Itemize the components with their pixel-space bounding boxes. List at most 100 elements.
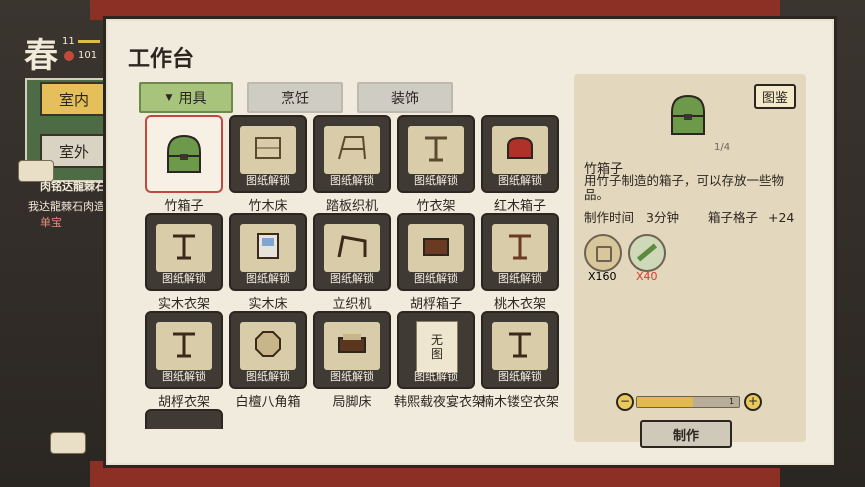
item-card[interactable]: 图纸解锁 [481, 213, 559, 291]
lock-label: 图纸解锁 [162, 272, 206, 285]
item-cell[interactable]: 图纸解锁 胡桴箱子 [394, 213, 478, 312]
craft-time-label: 制作时间 [584, 210, 635, 225]
quest-location: 单宝 [40, 216, 62, 229]
item-cell[interactable]: 图纸解锁 实木床 [226, 213, 310, 312]
peach-rack-icon [509, 234, 531, 260]
nanmu-rack-icon [509, 332, 531, 358]
lock-label: 图纸解锁 [498, 174, 542, 187]
quantity-fill [637, 397, 694, 407]
item-name: 红木箱子 [493, 199, 546, 214]
make-button[interactable]: 制作 [640, 420, 732, 448]
item-name: 韩熙载夜宴衣架 [394, 395, 486, 410]
craft-time: 制作时间 3分钟 [584, 207, 679, 226]
coin-icon [64, 51, 74, 61]
item-card[interactable]: 图纸解锁 [313, 213, 391, 291]
item-card[interactable]: 图纸解锁 [145, 213, 223, 291]
wood-bed-icon [257, 233, 279, 260]
tab-decoration[interactable]: 装饰 [357, 82, 453, 113]
tab-tools[interactable]: ▼ 用具 [139, 82, 233, 113]
detail-description: 用竹子制造的箱子，可以存放一些物品。 [584, 173, 785, 202]
item-card[interactable]: 图纸解锁 [229, 213, 307, 291]
treadle-loom-icon [338, 136, 366, 160]
item-name: 局脚床 [332, 395, 372, 410]
detail-pane: 图鉴 1/4 竹箱子 用竹子制造的箱子，可以存放一些物品。 制作时间 3分钟 箱… [574, 74, 806, 448]
item-cell[interactable]: 图纸解锁 踏板织机 [310, 115, 394, 214]
item-cell[interactable] [142, 409, 226, 429]
lock-label: 图纸解锁 [246, 272, 290, 285]
lock-label: 图纸解锁 [330, 272, 374, 285]
stat-bar [78, 40, 100, 43]
box-slots-value: +24 [768, 210, 795, 225]
bamboo-icon[interactable] [628, 234, 666, 272]
item-card[interactable]: 图纸解锁 [313, 311, 391, 389]
item-cell[interactable]: 竹箱子 [142, 115, 226, 214]
atlas-button[interactable]: 图鉴 [753, 84, 796, 109]
bamboo-box-icon [167, 134, 201, 173]
item-name: 实木衣架 [157, 297, 210, 312]
lock-label: 图纸解锁 [414, 370, 458, 383]
item-card[interactable]: 图纸解锁 [397, 213, 475, 291]
quest-title: 肉铭达龍棘石 [40, 180, 106, 193]
item-card[interactable]: 图纸解锁 [313, 115, 391, 193]
item-name: 竹箱子 [164, 199, 204, 214]
lock-label: 图纸解锁 [162, 370, 206, 383]
item-card[interactable]: 图纸解锁 [481, 311, 559, 389]
material-qty: X160 [588, 270, 617, 283]
item-name: 胡桴箱子 [409, 297, 462, 312]
item-name: 白檀八角箱 [235, 395, 301, 410]
item-card[interactable]: 图纸解锁 [229, 115, 307, 193]
item-card[interactable]: 图纸解锁 [145, 311, 223, 389]
item-cell[interactable]: 图纸解锁 白檀八角箱 [226, 311, 310, 410]
quantity-slider[interactable] [636, 396, 740, 408]
item-card[interactable] [145, 115, 223, 193]
lock-label: 图纸解锁 [498, 272, 542, 285]
item-card[interactable]: 图纸解锁 [481, 115, 559, 193]
item-name: 竹衣架 [416, 199, 456, 214]
item-card[interactable]: 图纸解锁 [229, 311, 307, 389]
footed-bed-icon [338, 334, 366, 354]
panel-title: 工作台 [128, 46, 195, 72]
lock-label: 图纸解锁 [414, 272, 458, 285]
item-cell[interactable]: 图纸解锁 桃木衣架 [478, 213, 562, 312]
tab-label: 用具 [178, 90, 207, 107]
item-name: 桃木衣架 [493, 297, 546, 312]
red-box-icon [507, 137, 533, 160]
tab-cooking[interactable]: 烹饪 [247, 82, 343, 113]
item-name: 楠木镂空衣架 [480, 395, 559, 410]
item-cell[interactable]: 图纸解锁 楠木镂空衣架 [478, 311, 562, 410]
lock-label: 图纸解锁 [330, 370, 374, 383]
decrease-button[interactable]: − [616, 393, 634, 411]
item-cell[interactable]: 图纸解锁 竹衣架 [394, 115, 478, 214]
craft-time-value: 3分钟 [646, 210, 679, 225]
coin-icon[interactable] [584, 234, 622, 272]
lock-label: 图纸解锁 [330, 174, 374, 187]
item-card[interactable]: 图纸解锁 [397, 115, 475, 193]
item-cell[interactable]: 图纸解锁 立织机 [310, 213, 394, 312]
octagon-box-icon [255, 331, 281, 358]
item-name: 立织机 [332, 297, 372, 312]
item-cell[interactable]: 图纸解锁 红木箱子 [478, 115, 562, 214]
walnut-box-icon [423, 238, 449, 257]
item-cell[interactable]: 图纸解锁 实木衣架 [142, 213, 226, 312]
message-scroll-icon[interactable] [50, 432, 86, 454]
item-cell[interactable]: 无 图 图纸解锁 韩熙载夜宴衣架 [394, 311, 486, 410]
tab-indoor[interactable]: 室内 [40, 82, 108, 116]
item-card[interactable]: 无 图 图纸解锁 [397, 311, 475, 389]
item-cell[interactable]: 图纸解锁 局脚床 [310, 311, 394, 410]
item-cell[interactable]: 图纸解锁 竹木床 [226, 115, 310, 214]
item-name: 胡桴衣架 [157, 395, 210, 410]
walnut-rack-icon [173, 332, 195, 358]
lock-label: 图纸解锁 [246, 174, 290, 187]
bamboo-bed-icon [255, 137, 281, 160]
workbench-panel: 工作台 ▼ 用具 烹饪 装饰 竹箱子 图纸解锁 竹木床 图纸解锁 踏板织机 图纸… [103, 16, 837, 468]
stat-top: 11 [62, 36, 75, 47]
item-name: 实木床 [248, 297, 288, 312]
item-name: 竹木床 [248, 199, 288, 214]
no-image-scroll: 无 图 [416, 321, 458, 373]
item-cell[interactable]: 图纸解锁 胡桴衣架 [142, 311, 226, 410]
page-indicator: 1/4 [714, 142, 731, 153]
item-card[interactable] [145, 409, 223, 429]
increase-button[interactable]: + [744, 393, 762, 411]
box-slots-label: 箱子格子 [708, 210, 759, 225]
quantity-value: 1 [729, 397, 735, 406]
